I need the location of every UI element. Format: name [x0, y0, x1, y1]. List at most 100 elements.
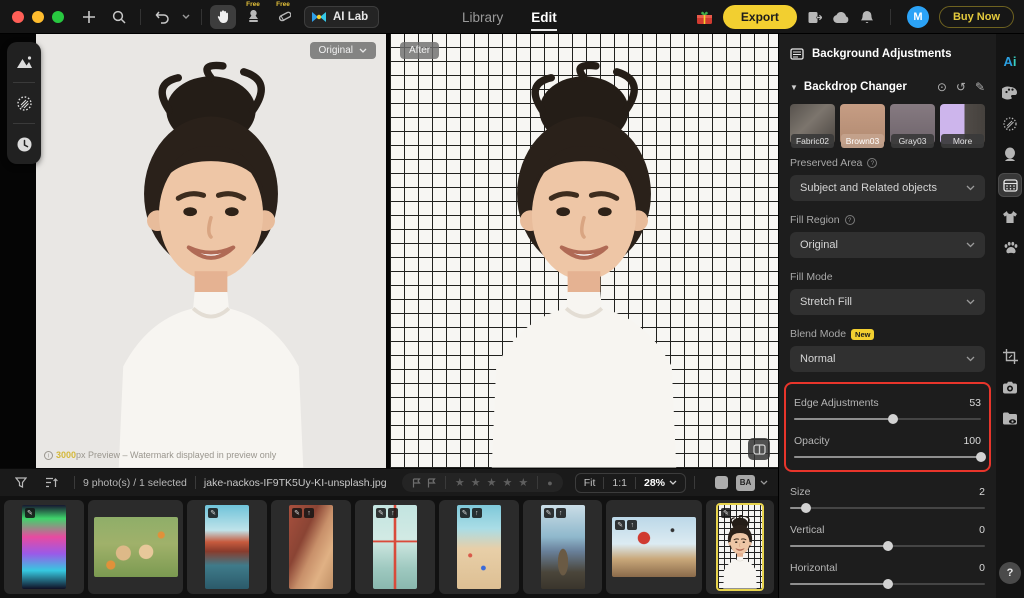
filmstrip-item[interactable]: ✎ ↑: [271, 500, 351, 594]
one-to-one-zoom-button[interactable]: 1:1: [604, 477, 635, 489]
filmstrip-item[interactable]: ✎ ↑: [438, 500, 519, 594]
after-image[interactable]: After: [390, 34, 778, 468]
notifications-bell-icon[interactable]: [860, 10, 874, 25]
tokyo-tower-thumbnail[interactable]: ✎ ↑: [372, 505, 417, 589]
pet-paw-icon[interactable]: [996, 232, 1024, 263]
share-icon[interactable]: [807, 10, 822, 25]
texture-grain-icon[interactable]: [996, 108, 1024, 139]
compare-split-view-button[interactable]: [748, 438, 770, 460]
filmstrip-item[interactable]: ✎ ↑: [522, 500, 603, 594]
portrait-face-icon[interactable]: [996, 139, 1024, 170]
slider-knob[interactable]: [882, 579, 893, 589]
sea-lion-thumbnail[interactable]: ✎ ↑: [540, 505, 585, 589]
tab-library[interactable]: Library: [462, 0, 503, 34]
minimize-window-button[interactable]: [32, 10, 44, 23]
sort-icon[interactable]: [38, 471, 64, 495]
star-rating-1[interactable]: ★: [455, 476, 465, 489]
filmstrip-item[interactable]: [87, 500, 184, 594]
fill-region-dropdown[interactable]: Original: [790, 232, 985, 258]
ai-tools-icon[interactable]: Ai: [996, 46, 1024, 77]
swatch-gray03[interactable]: Gray03: [890, 104, 935, 148]
star-rating-2[interactable]: ★: [471, 476, 481, 489]
catalog-folder-icon[interactable]: [996, 403, 1024, 434]
slider-track[interactable]: [794, 452, 986, 462]
cloud-sync-icon[interactable]: [832, 11, 850, 24]
camera-raw-icon[interactable]: [996, 372, 1024, 403]
zoom-window-button[interactable]: [52, 10, 64, 23]
star-rating-4[interactable]: ★: [503, 476, 513, 489]
slider-track[interactable]: [794, 414, 981, 424]
beach-aerial-thumbnail[interactable]: ✎ ↑: [456, 505, 501, 589]
help-button[interactable]: ?: [999, 562, 1021, 584]
slider-value: 2: [979, 486, 985, 498]
swatch-brown03[interactable]: Brown03: [840, 104, 885, 148]
close-window-button[interactable]: [12, 10, 24, 23]
window-controls[interactable]: [12, 10, 64, 23]
flag-pick-icon[interactable]: [412, 477, 421, 488]
slider-label: Opacity: [794, 435, 830, 447]
filmstrip-item[interactable]: ✎ ↑: [354, 500, 435, 594]
ai-lab-button[interactable]: AI Lab: [304, 5, 380, 28]
street-buildings-thumbnail[interactable]: ✎ ↑: [289, 505, 334, 589]
clothing-shirt-icon[interactable]: [996, 201, 1024, 232]
before-image[interactable]: Original i 3000px Preview – Watermark di…: [36, 34, 386, 468]
portrait-thumbnail[interactable]: ✎: [715, 503, 764, 591]
fit-zoom-button[interactable]: Fit: [576, 477, 604, 489]
lakeside-houses-thumbnail[interactable]: ✎: [205, 505, 250, 589]
filmstrip-item[interactable]: ✎: [4, 500, 84, 594]
eraser-tool-button[interactable]: Free: [270, 1, 296, 29]
swatch-more[interactable]: More: [940, 104, 985, 148]
gift-icon[interactable]: [696, 10, 713, 25]
slider-knob[interactable]: [882, 541, 893, 551]
blend-mode-dropdown[interactable]: Normal: [790, 346, 985, 372]
backdrop-changer-header[interactable]: ▼ Backdrop Changer ⊙ ↺ ✎: [790, 80, 985, 94]
slider-knob[interactable]: [800, 503, 811, 513]
before-after-view-button[interactable]: BA: [736, 474, 755, 491]
clone-stamp-tool-button[interactable]: Free: [240, 1, 266, 29]
export-button[interactable]: Export: [722, 5, 797, 29]
backdrop-tool-icon[interactable]: [998, 173, 1022, 197]
edit-mask-icon[interactable]: ✎: [975, 80, 985, 94]
single-view-button[interactable]: [715, 476, 728, 489]
filter-icon[interactable]: [8, 471, 34, 495]
collapse-caret-icon[interactable]: ▼: [790, 83, 798, 92]
star-rating-5[interactable]: ★: [518, 476, 528, 489]
star-rating-3[interactable]: ★: [487, 476, 497, 489]
hot-air-balloons-thumbnail[interactable]: ✎ ↑: [612, 517, 697, 577]
slider-track[interactable]: [790, 579, 985, 589]
mask-texture-icon[interactable]: [7, 83, 41, 123]
undo-button[interactable]: [149, 5, 175, 29]
divider: [444, 476, 446, 489]
slider-track[interactable]: [790, 503, 985, 513]
hand-tool-button[interactable]: [210, 4, 236, 29]
search-button[interactable]: [106, 5, 132, 29]
color-label-icon[interactable]: ●: [547, 478, 552, 488]
user-avatar[interactable]: M: [906, 6, 929, 28]
add-photos-button[interactable]: [76, 5, 102, 29]
fill-mode-dropdown[interactable]: Stretch Fill: [790, 289, 985, 315]
filmstrip-item-selected[interactable]: ✎: [705, 500, 775, 594]
preserved-area-dropdown[interactable]: Subject and Related objects: [790, 175, 985, 201]
slider-knob[interactable]: [976, 452, 986, 462]
buy-now-button[interactable]: Buy Now: [938, 6, 1014, 28]
color-palette-icon[interactable]: [996, 77, 1024, 108]
chevron-down-icon[interactable]: [760, 480, 768, 485]
undo-history-chevron[interactable]: [179, 5, 193, 29]
tab-edit[interactable]: Edit: [531, 0, 557, 34]
filmstrip-item[interactable]: ✎: [187, 500, 268, 594]
presets-icon[interactable]: [7, 42, 41, 82]
before-state-dropdown[interactable]: Original: [309, 42, 376, 59]
zoom-level-dropdown[interactable]: 28%: [636, 477, 685, 489]
crop-tool-icon[interactable]: [996, 341, 1024, 372]
history-clock-icon[interactable]: [7, 124, 41, 164]
swatch-fabric02[interactable]: Fabric02: [790, 104, 835, 148]
filmstrip-item[interactable]: ✎ ↑: [606, 500, 702, 594]
reset-icon[interactable]: ↺: [956, 80, 966, 94]
puppies-thumbnail[interactable]: [93, 517, 178, 577]
slider-knob[interactable]: [888, 414, 899, 424]
visibility-icon[interactable]: ⊙: [937, 80, 947, 94]
panel-title: Background Adjustments: [812, 48, 952, 60]
flag-reject-icon[interactable]: [427, 477, 436, 488]
slider-track[interactable]: [790, 541, 985, 551]
neon-sign-thumbnail[interactable]: ✎: [21, 505, 66, 589]
